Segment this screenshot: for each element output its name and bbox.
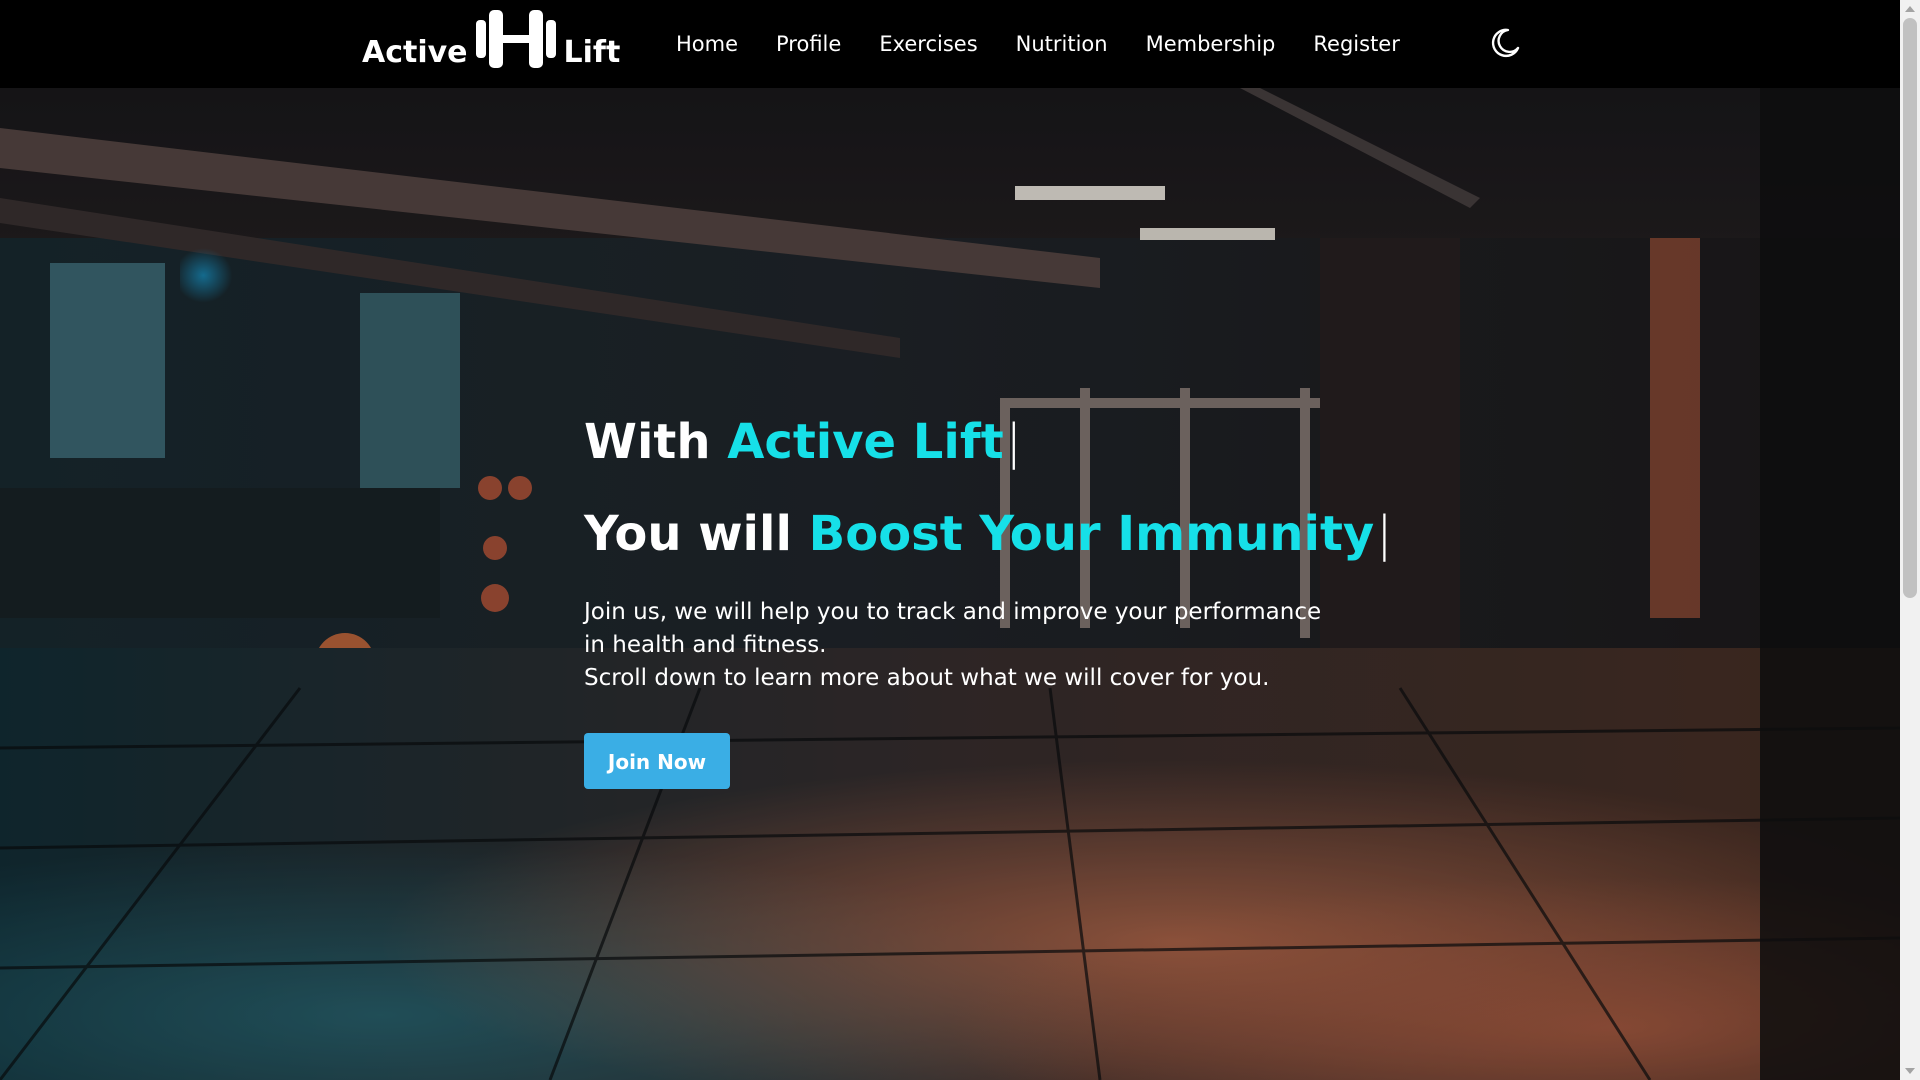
hero-description-line-2: Scroll down to learn more about what we … <box>584 665 1270 691</box>
nav-menu: Home Profile Exercises Nutrition Members… <box>676 0 1438 88</box>
navbar: Active Lift Home Profile Exercises Nutri… <box>0 0 1900 88</box>
headline-2-accent: Boost Your Immunity <box>808 506 1375 562</box>
page: Active Lift Home Profile Exercises Nutri… <box>0 0 1920 1080</box>
hero-section: With Active Lift| You will Boost Your Im… <box>0 88 1900 1080</box>
page-scrollbar[interactable] <box>1900 0 1920 1080</box>
join-now-button[interactable]: Join Now <box>584 733 730 789</box>
dumbbell-icon <box>475 10 556 68</box>
nav-item-profile[interactable]: Profile <box>776 32 841 56</box>
hero-description: Join us, we will help you to track and i… <box>584 596 1324 695</box>
nav-item-home[interactable]: Home <box>676 32 738 56</box>
brand-word-left: Active <box>362 35 468 70</box>
moon-icon[interactable] <box>1488 26 1522 60</box>
headline-1-accent: Active Lift <box>727 414 1004 470</box>
hero-content: With Active Lift| You will Boost Your Im… <box>584 320 1392 789</box>
scroll-up-arrow-icon[interactable] <box>1905 6 1915 12</box>
hero-headline-1: With Active Lift| <box>584 418 1344 466</box>
brand-word-right: Lift <box>563 35 621 70</box>
hero-headline-2: You will Boost Your Immunity| <box>584 510 1392 558</box>
scrollbar-thumb[interactable] <box>1903 18 1917 598</box>
headline-1-prefix: With <box>584 414 728 470</box>
nav-item-exercises[interactable]: Exercises <box>879 32 977 56</box>
typing-caret: | <box>1376 506 1393 562</box>
nav-item-nutrition[interactable]: Nutrition <box>1016 32 1108 56</box>
hero-description-line-1: Join us, we will help you to track and i… <box>584 599 1322 658</box>
brand-logo[interactable]: Active Lift <box>362 10 621 76</box>
headline-2-prefix: You will <box>584 506 809 562</box>
scroll-down-arrow-icon[interactable] <box>1905 1068 1915 1074</box>
nav-item-membership[interactable]: Membership <box>1146 32 1276 56</box>
nav-item-register[interactable]: Register <box>1313 32 1399 56</box>
typing-caret: | <box>1005 414 1022 470</box>
